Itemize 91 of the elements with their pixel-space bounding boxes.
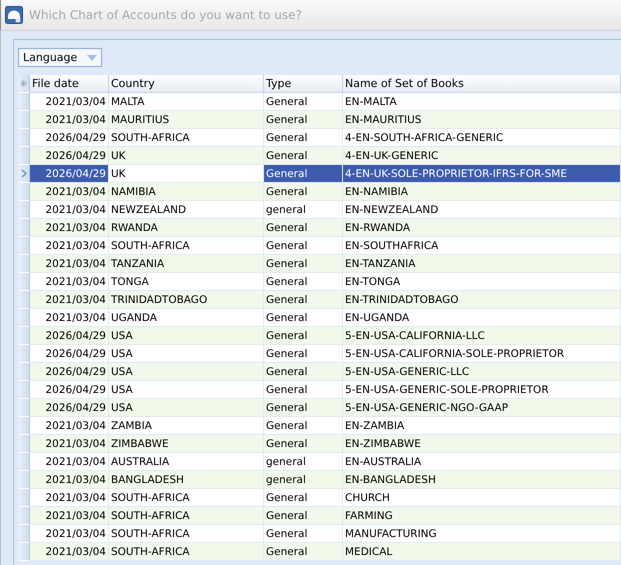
table-cell: USA [109,399,264,417]
table-cell: 2021/03/04 [30,255,109,273]
row-selector[interactable] [18,363,30,381]
table-cell: USA [109,327,264,345]
column-header[interactable]: Name of Set of Books [343,75,621,93]
row-selector[interactable] [18,201,30,219]
current-row-icon [20,169,26,178]
column-header[interactable]: Country [109,75,264,93]
row-selector[interactable] [18,183,30,201]
table-cell: 2026/04/29 [30,165,109,183]
row-selector[interactable] [18,255,30,273]
table-cell: General [264,111,343,129]
table-cell: SOUTH-AFRICA [109,507,264,525]
table-cell: ZIMBABWE [109,435,264,453]
table-cell: USA [109,363,264,381]
table-cell: General [264,255,343,273]
window-title: Which Chart of Accounts do you want to use? [29,8,302,22]
table-cell: General [264,291,343,309]
row-selector[interactable] [18,147,30,165]
table-cell: NAMIBIA [109,183,264,201]
table-cell: TRINIDADTOBAGO [109,291,264,309]
row-selector[interactable] [18,345,30,363]
table-cell: 2021/03/04 [30,291,109,309]
row-selector[interactable] [18,471,30,489]
table-cell: General [264,507,343,525]
table-cell: 2026/04/29 [30,363,109,381]
table-cell: 2021/03/04 [30,471,109,489]
table-cell: MEDICAL [343,543,621,561]
row-selector[interactable] [18,129,30,147]
table-cell: SOUTH-AFRICA [109,543,264,561]
table-cell: 2026/04/29 [30,147,109,165]
table-cell: 2021/03/04 [30,543,109,561]
grid-corner-icon [20,80,27,87]
table-cell: EN-NAMIBIA [343,183,621,201]
row-selector[interactable] [18,111,30,129]
table-cell: General [264,327,343,345]
table-cell: 2021/03/04 [30,111,109,129]
column-header[interactable]: File date [30,75,109,93]
table-cell: General [264,363,343,381]
table-cell: EN-TRINIDADTOBAGO [343,291,621,309]
table-cell: 5-EN-USA-GENERIC-LLC [343,363,621,381]
table-cell: General [264,219,343,237]
table-cell: 2021/03/04 [30,435,109,453]
table-cell: 2021/03/04 [30,183,109,201]
row-selector[interactable] [18,291,30,309]
row-selector[interactable] [18,399,30,417]
row-selector[interactable] [18,309,30,327]
table-cell: 2021/03/04 [30,507,109,525]
row-selector[interactable] [18,417,30,435]
table-cell: TANZANIA [109,255,264,273]
row-selector[interactable] [18,525,30,543]
table-cell: General [264,543,343,561]
table-cell: 5-EN-USA-GENERIC-NGO-GAAP [343,399,621,417]
row-selector[interactable] [18,543,30,561]
row-selector[interactable] [18,93,30,111]
table-cell: 4-EN-UK-GENERIC [343,147,621,165]
group-by-dropdown[interactable]: Language [18,48,102,67]
table-cell: 2021/03/04 [30,219,109,237]
table-cell: MAURITIUS [109,111,264,129]
row-selector[interactable] [18,453,30,471]
row-selector[interactable] [18,489,30,507]
table-cell: 2026/04/29 [30,399,109,417]
table-cell: EN-ZIMBABWE [343,435,621,453]
table-cell: General [264,183,343,201]
column-header[interactable]: Type [264,75,343,93]
table-cell: RWANDA [109,219,264,237]
table-cell: general [264,471,343,489]
table-cell: FARMING [343,507,621,525]
table-cell: General [264,435,343,453]
app-icon [5,6,23,24]
row-selector[interactable] [18,219,30,237]
table-cell: BANGLADESH [109,471,264,489]
row-selector[interactable] [18,327,30,345]
table-cell: 2026/04/29 [30,327,109,345]
row-selector[interactable] [18,381,30,399]
table-cell: 4-EN-UK-SOLE-PROPRIETOR-IFRS-FOR-SME [343,165,621,183]
row-selector[interactable] [18,435,30,453]
caret-icon [87,54,97,60]
table-cell: EN-MAURITIUS [343,111,621,129]
table-cell: General [264,399,343,417]
table-cell: UK [109,147,264,165]
table-cell: 5-EN-USA-CALIFORNIA-LLC [343,327,621,345]
table-cell: EN-TANZANIA [343,255,621,273]
row-selector[interactable] [18,507,30,525]
row-selector[interactable] [18,165,30,183]
table-cell: EN-BANGLADESH [343,471,621,489]
table-cell: EN-RWANDA [343,219,621,237]
table-cell: General [264,147,343,165]
row-selector[interactable] [18,237,30,255]
table-cell: General [264,165,343,183]
row-selector[interactable] [18,273,30,291]
